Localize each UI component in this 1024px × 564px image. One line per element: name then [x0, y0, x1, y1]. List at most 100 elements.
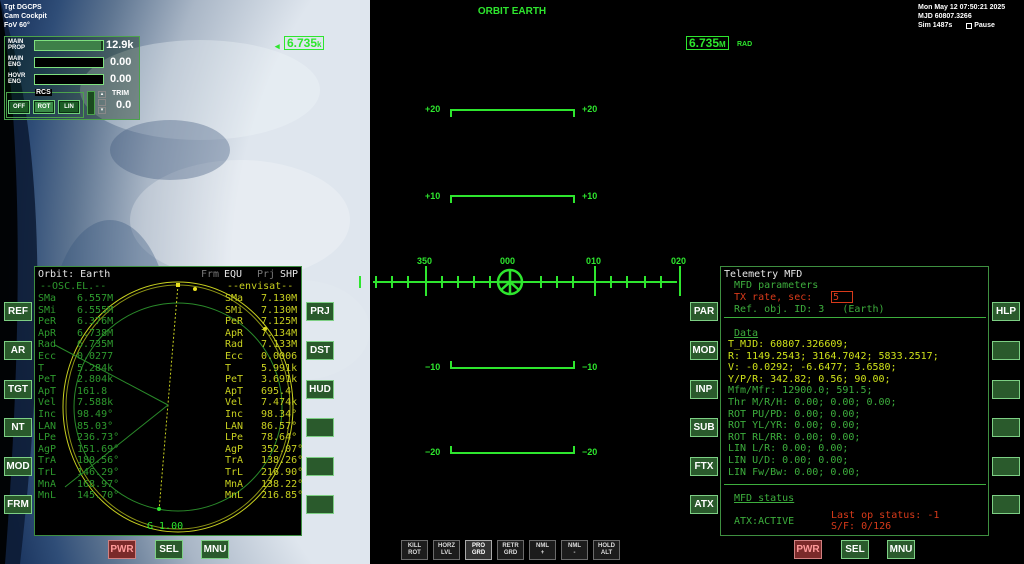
left-mfd-blank-button-5[interactable]	[306, 457, 334, 476]
right-mfd-hlp-button[interactable]: HLP	[992, 302, 1020, 321]
element-value: 145.70°	[77, 490, 120, 502]
left-mfd-blank-button-6[interactable]	[306, 495, 334, 514]
orbit-mfd: Orbit: Earth Frm EQU Prj SHP --OSC.EL.--…	[34, 266, 304, 536]
left-mfd-dst-button[interactable]: DST	[306, 341, 334, 360]
right-mfd-blank-button-6[interactable]	[992, 495, 1020, 514]
tx-rate-input[interactable]: 5	[831, 291, 853, 303]
btn-line2: LVL	[441, 550, 452, 556]
element-value: 6.555M	[77, 304, 114, 316]
rcs-off-button[interactable]: OFF	[8, 100, 30, 114]
pitch-line-plus10	[450, 195, 575, 203]
element-value: 236.73°	[77, 432, 120, 444]
element-value: 5.284k	[77, 362, 114, 374]
divider	[724, 484, 986, 485]
element-label: ApT	[38, 385, 57, 397]
left-mfd-tgt-button[interactable]: TGT	[4, 380, 32, 399]
element-value: 7.130M	[261, 293, 298, 304]
btn-line2: ROT	[408, 550, 421, 556]
left-mfd-nt-button[interactable]: NT	[4, 418, 32, 437]
main-prop-fill	[35, 41, 101, 50]
trim-slider[interactable]	[87, 91, 95, 115]
trim-up-button[interactable]: ▴	[98, 91, 106, 98]
element-value: 138.22°	[261, 478, 304, 490]
telemetry-line: Y/P/R: 342.82; 0.56; 90.00;	[728, 373, 891, 385]
telemetry-line: R: 1149.2543; 3164.7042; 5833.2517;	[728, 350, 939, 362]
autopilot-normal-plus-button[interactable]: NML +	[529, 540, 556, 560]
telemetry-line: LIN Fw/Bw: 0.00; 0.00;	[728, 466, 861, 478]
left-mfd-pwr-button[interactable]: PWR	[108, 540, 136, 559]
element-value: 180.56°	[77, 455, 120, 467]
autopilot-normal-minus-button[interactable]: NML -	[561, 540, 588, 560]
left-mfd-sel-button[interactable]: SEL	[155, 540, 183, 559]
right-mfd-par-button[interactable]: PAR	[690, 302, 718, 321]
right-mfd-sel-button[interactable]: SEL	[841, 540, 869, 559]
trim-reset-button[interactable]	[98, 99, 106, 106]
autopilot-prograde-button[interactable]: PRO GRD	[465, 540, 492, 560]
divider	[724, 317, 986, 318]
main-prop-value: 12.9k	[106, 39, 134, 51]
left-mfd-hud-button[interactable]: HUD	[306, 380, 334, 399]
right-mfd-blank-button-5[interactable]	[992, 457, 1020, 476]
main-eng-bar[interactable]	[34, 57, 104, 68]
element-label: Vel	[225, 397, 244, 409]
telemetry-line: ROT PU/PD: 0.00; 0.00;	[728, 408, 861, 420]
rcs-rot-button[interactable]: ROT	[33, 100, 55, 114]
element-label: Ecc	[38, 351, 57, 362]
element-label: LPe	[38, 432, 57, 444]
right-mfd-pwr-button[interactable]: PWR	[794, 540, 822, 559]
element-value: 161.8	[77, 385, 108, 397]
autopilot-kill-rot-button[interactable]: KILL ROT	[401, 540, 428, 560]
rcs-lin-button[interactable]: LIN	[58, 100, 80, 114]
velocity-vector-icon	[496, 268, 524, 296]
hud-right-value: 6.735	[689, 36, 720, 50]
element-value: 5.991k	[261, 362, 298, 374]
ref-obj-line: Ref. obj. ID: 3 (Earth)	[734, 304, 885, 315]
right-mfd-atx-button[interactable]: ATX	[690, 495, 718, 514]
left-mfd-mnu-button[interactable]: MNU	[201, 540, 229, 559]
right-mfd-mnu-button[interactable]: MNU	[887, 540, 915, 559]
right-mfd-sub-button[interactable]: SUB	[690, 418, 718, 437]
element-label: SMa	[38, 293, 57, 304]
right-mfd-blank-button-4[interactable]	[992, 418, 1020, 437]
chevron-down-icon: ▾	[100, 107, 104, 113]
orbit-title: ORBIT EARTH	[477, 6, 547, 17]
hud-right-suffix: RAD	[737, 41, 753, 48]
telemetry-line: ROT YL/YR: 0.00; 0.00;	[728, 420, 861, 432]
element-value: 98.49°	[77, 409, 114, 420]
pitch-label-minus20-right: −20	[582, 447, 598, 457]
element-label: SMi	[225, 304, 244, 316]
element-label: LAN	[225, 420, 244, 432]
trim-down-button[interactable]: ▾	[98, 107, 106, 114]
element-value: 6.738M	[77, 327, 114, 339]
right-mfd-mod-button[interactable]: MOD	[690, 341, 718, 360]
tx-rate-label: TX rate, sec:	[734, 292, 813, 303]
element-label: TrL	[38, 467, 57, 478]
left-mfd-prj-button[interactable]: PRJ	[306, 302, 334, 321]
pause-toggle[interactable]: Pause	[966, 21, 995, 30]
left-mfd-ar-button[interactable]: AR	[4, 341, 32, 360]
right-mfd-inp-button[interactable]: INP	[690, 380, 718, 399]
pause-icon	[966, 22, 973, 29]
hovr-eng-bar[interactable]	[34, 74, 104, 85]
params-header: MFD parameters	[734, 280, 819, 291]
left-mfd-frm-button[interactable]: FRM	[4, 495, 32, 514]
element-label: PeR	[225, 316, 244, 328]
hud-left-unit: k	[317, 40, 322, 49]
element-value: 7.588k	[77, 397, 114, 409]
heading-tape	[359, 266, 681, 296]
autopilot-hold-alt-button[interactable]: HOLD ALT	[593, 540, 620, 560]
element-value: 216.90°	[261, 467, 304, 478]
right-mfd-blank-button-3[interactable]	[992, 380, 1020, 399]
left-mfd-ref-button[interactable]: REF	[4, 302, 32, 321]
left-mfd-blank-button-4[interactable]	[306, 418, 334, 437]
atx-status: ATX:ACTIVE	[734, 516, 795, 527]
element-value: 3.691k	[261, 374, 298, 386]
right-mfd-ftx-button[interactable]: FTX	[690, 457, 718, 476]
left-mfd-mod-button[interactable]: MOD	[4, 457, 32, 476]
telemetry-line: T_MJD: 60807.326609;	[728, 339, 849, 350]
telemetry-line: ROT RL/RR: 0.00; 0.00;	[728, 431, 861, 443]
right-mfd-blank-button-2[interactable]	[992, 341, 1020, 360]
autopilot-horz-lvl-button[interactable]: HORZ LVL	[433, 540, 460, 560]
autopilot-retrograde-button[interactable]: RETR GRD	[497, 540, 524, 560]
element-value: 98.34°	[261, 409, 298, 420]
